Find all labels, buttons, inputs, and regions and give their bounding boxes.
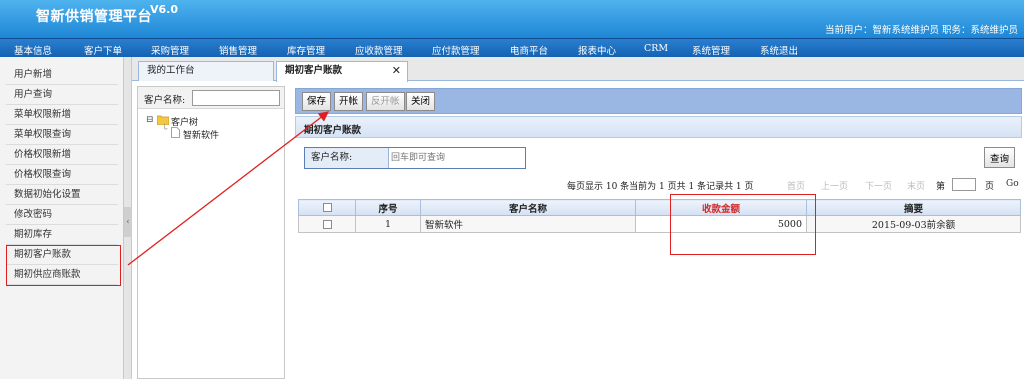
sidebar-item-change-password[interactable]: 修改密码	[6, 205, 118, 225]
sidebar-item-user-query[interactable]: 用户查询	[6, 85, 118, 105]
pager-page-suffix: 页	[985, 182, 995, 192]
nav-ecommerce[interactable]: 电商平台	[510, 43, 548, 57]
sidebar-item-user-add[interactable]: 用户新增	[6, 65, 118, 85]
pager-prev[interactable]: 上一页	[821, 179, 848, 192]
open-account-button[interactable]: 开帐	[334, 92, 364, 111]
pager-summary: 每页显示 10 条当前为 1 页共 1 条记录共 1 页	[567, 182, 754, 192]
action-toolbar: 保存 开帐 反开帐 关闭	[295, 88, 1022, 114]
sidebar-item-menu-perm-query[interactable]: 菜单权限查询	[6, 125, 118, 145]
nav-reports[interactable]: 报表中心	[578, 43, 616, 57]
app-window: 智新供销管理平台 V6.0 当前用户：智新系统维护员 职务：系统维护员 基本信息…	[0, 0, 1024, 379]
tree-search-label: 客户名称:	[144, 95, 186, 106]
pager-next[interactable]: 下一页	[865, 179, 892, 192]
col-header-summary: 摘要	[806, 199, 1021, 216]
opening-ar-table: 序号 客户名称 收款金额 摘要 1 智新软件 5000 2015-09-03前余…	[298, 199, 1021, 233]
col-header-amount: 收款金额	[635, 199, 807, 216]
main-nav: 基本信息 客户下单 采购管理 销售管理 库存管理 应收款管理 应付款管理 电商平…	[0, 38, 1024, 57]
pager-go[interactable]: Go	[1006, 179, 1019, 189]
sidebar-item-price-perm-add[interactable]: 价格权限新增	[6, 145, 118, 165]
nav-customer-order[interactable]: 客户下单	[84, 43, 122, 57]
sidebar-item-opening-inventory[interactable]: 期初库存	[6, 225, 118, 245]
sidebar: 用户新增 用户查询 菜单权限新增 菜单权限查询 价格权限新增 价格权限查询 数据…	[0, 57, 124, 379]
tree-search-input[interactable]	[192, 90, 280, 106]
reverse-open-button[interactable]: 反开帐	[366, 92, 405, 111]
pager-last[interactable]: 末页	[907, 179, 925, 192]
sidebar-item-menu-perm-add[interactable]: 菜单权限新增	[6, 105, 118, 125]
collapse-arrow-icon[interactable]: ‹	[124, 207, 132, 237]
select-all-header[interactable]	[298, 199, 356, 216]
sidebar-item-data-init[interactable]: 数据初始化设置	[6, 185, 118, 205]
nav-sales[interactable]: 销售管理	[219, 43, 257, 57]
table-row[interactable]: 1 智新软件 5000 2015-09-03前余额	[298, 215, 1021, 233]
col-header-customer: 客户名称	[420, 199, 636, 216]
cell-customer: 智新软件	[420, 215, 636, 233]
table-header-row: 序号 客户名称 收款金额 摘要	[298, 199, 1021, 216]
tab-workbench[interactable]: 我的工作台	[138, 61, 274, 81]
customer-search-group: 客户名称:	[304, 147, 526, 169]
cell-amount[interactable]: 5000	[635, 215, 807, 233]
nav-logout[interactable]: 系统退出	[760, 43, 798, 57]
pager-first[interactable]: 首页	[787, 179, 805, 192]
row-select-cell[interactable]	[298, 215, 356, 233]
tab-label: 期初客户账款	[285, 65, 343, 76]
document-icon	[171, 127, 180, 141]
pager-page-prefix: 第	[936, 182, 946, 192]
close-button[interactable]: 关闭	[406, 92, 436, 111]
save-button[interactable]: 保存	[302, 92, 332, 111]
sidebar-item-opening-customer-ar[interactable]: 期初客户账款	[6, 245, 118, 265]
cell-summary: 2015-09-03前余额	[806, 215, 1021, 233]
nav-crm[interactable]: CRM	[644, 43, 668, 54]
sidebar-item-opening-supplier-ap[interactable]: 期初供应商账款	[6, 265, 118, 285]
query-button[interactable]: 查询	[984, 147, 1016, 168]
tree-connector: └	[162, 125, 168, 135]
customer-name-input[interactable]	[391, 150, 523, 166]
sidebar-collapse-strip: ‹	[124, 57, 132, 379]
panel-title-bar: 期初客户账款	[295, 116, 1022, 138]
nav-receivables[interactable]: 应收款管理	[355, 43, 403, 57]
checkbox-icon[interactable]	[322, 203, 332, 212]
tree-search-bar: 客户名称:	[138, 87, 284, 109]
tree-child-label[interactable]: 智新软件	[183, 128, 219, 141]
tab-opening-customer-ar[interactable]: 期初客户账款 ✕	[276, 61, 408, 82]
current-user-info: 当前用户：智新系统维护员 职务：系统维护员	[824, 25, 1018, 36]
customer-tree-panel: 客户名称: ⊟ 客户树 └ 智新软件	[137, 86, 285, 379]
nav-basic-info[interactable]: 基本信息	[14, 43, 52, 57]
nav-payables[interactable]: 应付款管理	[432, 43, 480, 57]
panel-title: 期初客户账款	[304, 125, 362, 136]
app-header: 智新供销管理平台 V6.0 当前用户：智新系统维护员 职务：系统维护员	[0, 0, 1024, 38]
tree-expander-icon[interactable]: ⊟	[146, 115, 154, 125]
tab-bar: 我的工作台 期初客户账款 ✕	[132, 57, 1024, 82]
sidebar-item-price-perm-query[interactable]: 价格权限查询	[6, 165, 118, 185]
close-icon[interactable]: ✕	[392, 62, 401, 80]
page-number-input[interactable]	[952, 178, 976, 191]
nav-system[interactable]: 系统管理	[692, 43, 730, 57]
app-version: V6.0	[150, 3, 178, 16]
nav-inventory[interactable]: 库存管理	[287, 43, 325, 57]
col-header-index: 序号	[355, 199, 421, 216]
customer-name-label: 客户名称:	[305, 148, 389, 168]
checkbox-icon[interactable]	[322, 219, 332, 229]
content-area: 保存 开帐 反开帐 关闭 期初客户账款 客户名称: 查询 每页显示 10 条当前…	[291, 86, 1024, 379]
nav-purchase[interactable]: 采购管理	[151, 43, 189, 57]
cell-index: 1	[355, 215, 421, 233]
app-title: 智新供销管理平台	[36, 9, 152, 25]
pagination: 每页显示 10 条当前为 1 页共 1 条记录共 1 页 首页 上一页 下一页 …	[291, 178, 1019, 192]
